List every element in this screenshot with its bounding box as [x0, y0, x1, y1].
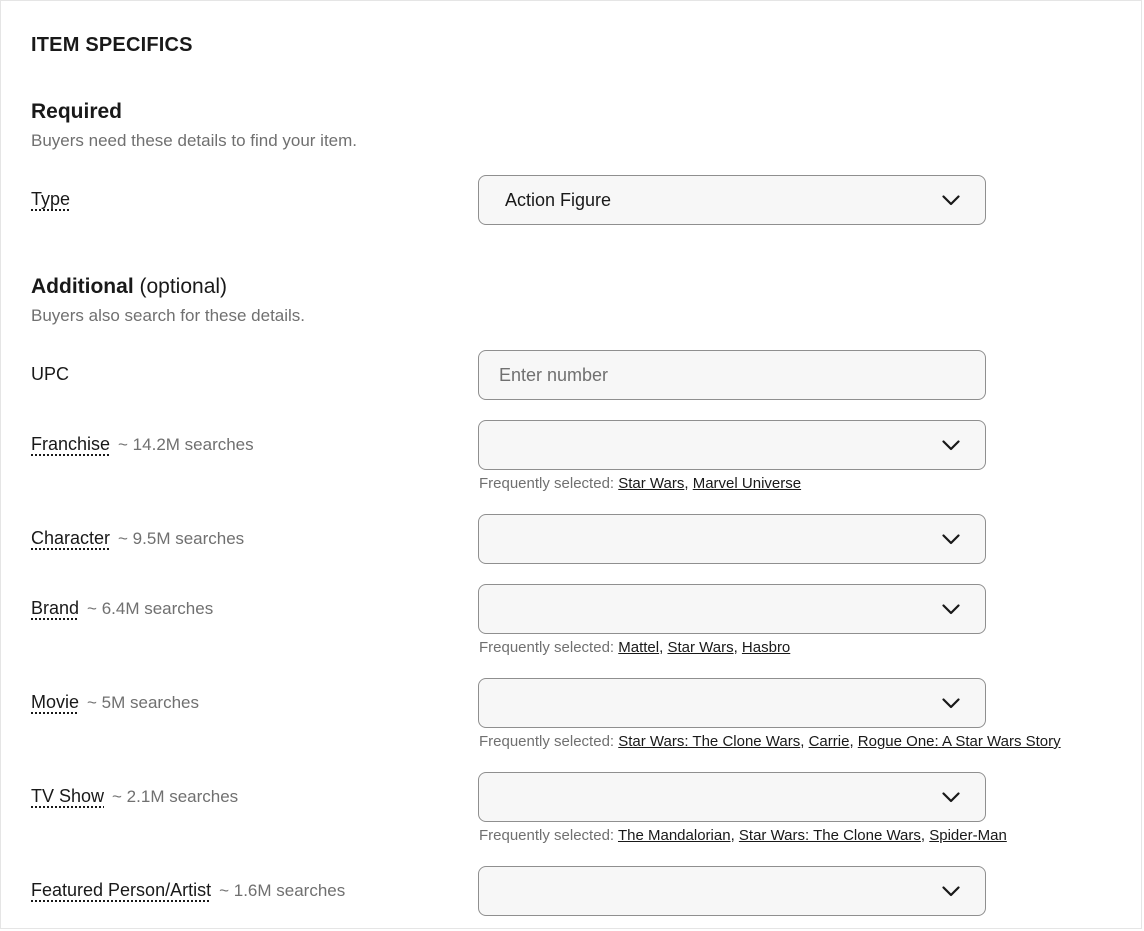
chevron-down-icon	[941, 194, 961, 206]
additional-heading-strong: Additional	[31, 275, 134, 298]
frequent-option-link[interactable]: Carrie	[809, 733, 850, 750]
type-label: Type	[31, 189, 70, 210]
chevron-down-icon	[941, 439, 961, 451]
frequent-option-link[interactable]: Star Wars	[618, 475, 684, 492]
franchise-select[interactable]	[478, 420, 986, 470]
frequent-option-link[interactable]: Rogue One: A Star Wars Story	[858, 733, 1061, 750]
freq-prefix: Frequently selected:	[479, 733, 615, 750]
character-label-text[interactable]: Character	[31, 528, 110, 548]
additional-heading: Additional (optional)	[31, 275, 227, 299]
franchise-search-count: ~ 14.2M searches	[118, 435, 254, 454]
freq-prefix: Frequently selected:	[479, 639, 615, 656]
featured-person-label: Featured Person/Artist ~ 1.6M searches	[31, 880, 345, 901]
featured-person-label-text[interactable]: Featured Person/Artist	[31, 880, 211, 900]
chevron-down-icon	[941, 697, 961, 709]
frequent-option-link[interactable]: Star Wars: The Clone Wars	[618, 733, 800, 750]
brand-frequently-selected: Frequently selected: Mattel, Star Wars, …	[479, 639, 791, 656]
freq-prefix: Frequently selected:	[479, 827, 615, 844]
character-select[interactable]	[478, 514, 986, 564]
franchise-label: Franchise ~ 14.2M searches	[31, 434, 254, 455]
movie-label-text[interactable]: Movie	[31, 692, 79, 712]
movie-search-count: ~ 5M searches	[87, 693, 199, 712]
tv-show-frequently-selected: Frequently selected: The Mandalorian, St…	[479, 827, 1007, 844]
tv-show-search-count: ~ 2.1M searches	[112, 787, 239, 806]
frequent-option-link[interactable]: Star Wars: The Clone Wars	[739, 827, 921, 844]
chevron-down-icon	[941, 791, 961, 803]
upc-input[interactable]	[479, 350, 985, 400]
brand-select[interactable]	[478, 584, 986, 634]
brand-search-count: ~ 6.4M searches	[87, 599, 214, 618]
type-select[interactable]: Action Figure	[478, 175, 986, 225]
movie-frequently-selected: Frequently selected: Star Wars: The Clon…	[479, 733, 1061, 750]
frequent-option-link[interactable]: The Mandalorian	[618, 827, 731, 844]
featured-person-search-count: ~ 1.6M searches	[219, 881, 346, 900]
additional-subtitle: Buyers also search for these details.	[31, 306, 306, 325]
brand-label-text[interactable]: Brand	[31, 598, 79, 618]
type-label-text[interactable]: Type	[31, 189, 70, 209]
required-heading: Required	[31, 100, 122, 124]
brand-label: Brand ~ 6.4M searches	[31, 598, 213, 619]
movie-select[interactable]	[478, 678, 986, 728]
required-heading-text: Required	[31, 100, 123, 123]
tv-show-select[interactable]	[478, 772, 986, 822]
frequent-option-link[interactable]: Star Wars	[667, 639, 733, 656]
frequent-option-link[interactable]: Spider-Man	[929, 827, 1007, 844]
required-subtitle: Buyers need these details to find your i…	[31, 131, 358, 150]
chevron-down-icon	[941, 603, 961, 615]
upc-label: UPC	[31, 364, 69, 385]
frequent-option-link[interactable]: Hasbro	[742, 639, 790, 656]
tv-show-label-text[interactable]: TV Show	[31, 786, 104, 806]
section-title: ITEM SPECIFICS	[31, 34, 193, 56]
franchise-label-text[interactable]: Franchise	[31, 434, 110, 454]
character-search-count: ~ 9.5M searches	[118, 529, 245, 548]
frequent-option-link[interactable]: Mattel	[618, 639, 659, 656]
character-label: Character ~ 9.5M searches	[31, 528, 244, 549]
item-specifics-panel: ITEM SPECIFICS Required Buyers need thes…	[0, 0, 1142, 929]
upc-label-text: UPC	[31, 364, 70, 384]
upc-input-wrapper	[478, 350, 986, 400]
franchise-frequently-selected: Frequently selected: Star Wars, Marvel U…	[479, 475, 802, 492]
type-select-value: Action Figure	[505, 189, 612, 210]
movie-label: Movie ~ 5M searches	[31, 692, 199, 713]
additional-heading-light: (optional)	[139, 275, 228, 298]
chevron-down-icon	[941, 533, 961, 545]
featured-person-select[interactable]	[478, 866, 986, 916]
frequent-option-link[interactable]: Marvel Universe	[693, 475, 801, 492]
chevron-down-icon	[941, 885, 961, 897]
tv-show-label: TV Show ~ 2.1M searches	[31, 786, 238, 807]
freq-prefix: Frequently selected:	[479, 475, 615, 492]
